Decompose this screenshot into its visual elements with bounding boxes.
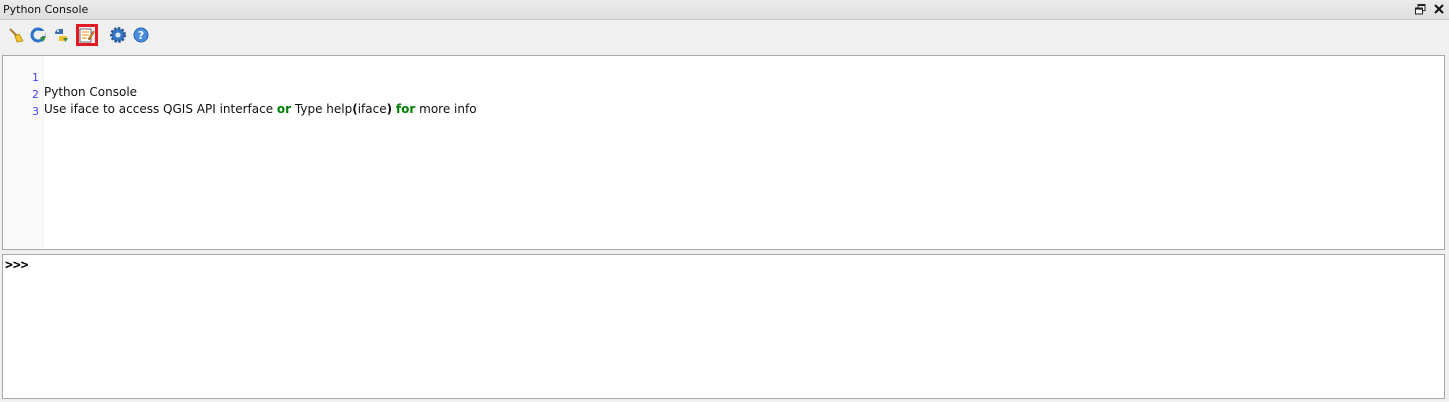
editor-line: 1 Python Console [3,57,137,99]
editor-line: 3 [3,91,39,118]
broom-icon [9,28,24,43]
editor-notepad-icon [79,28,95,43]
run-command-button[interactable] [27,24,49,46]
show-editor-button[interactable] [76,24,98,46]
line-number: 3 [32,105,39,118]
help-icon: ? [133,27,149,43]
editor-line: 2 Use iface to access QGIS API interface… [3,74,477,116]
refresh-run-icon [30,27,46,43]
console-input-shell[interactable]: >>> [2,254,1445,399]
clear-console-button[interactable] [5,24,27,46]
panel-titlebar: Python Console [0,0,1449,20]
panel-title: Python Console [3,3,89,16]
gear-icon [110,27,126,43]
console-toolbar: ? [0,21,1449,49]
line-text: Python Console [44,85,138,99]
console-output-editor[interactable]: 1 Python Console 2 Use iface to access Q… [2,55,1445,250]
import-class-button[interactable] [50,24,72,46]
line-text: Use iface to access QGIS API interface o… [44,102,477,116]
help-button[interactable]: ? [130,24,152,46]
shell-prompt: >>> [5,258,29,273]
svg-text:?: ? [138,29,144,42]
float-restore-icon[interactable] [1414,2,1427,16]
python-import-icon [55,29,68,42]
settings-button[interactable] [107,24,129,46]
close-icon[interactable] [1432,2,1445,16]
command-input[interactable] [43,257,1437,277]
